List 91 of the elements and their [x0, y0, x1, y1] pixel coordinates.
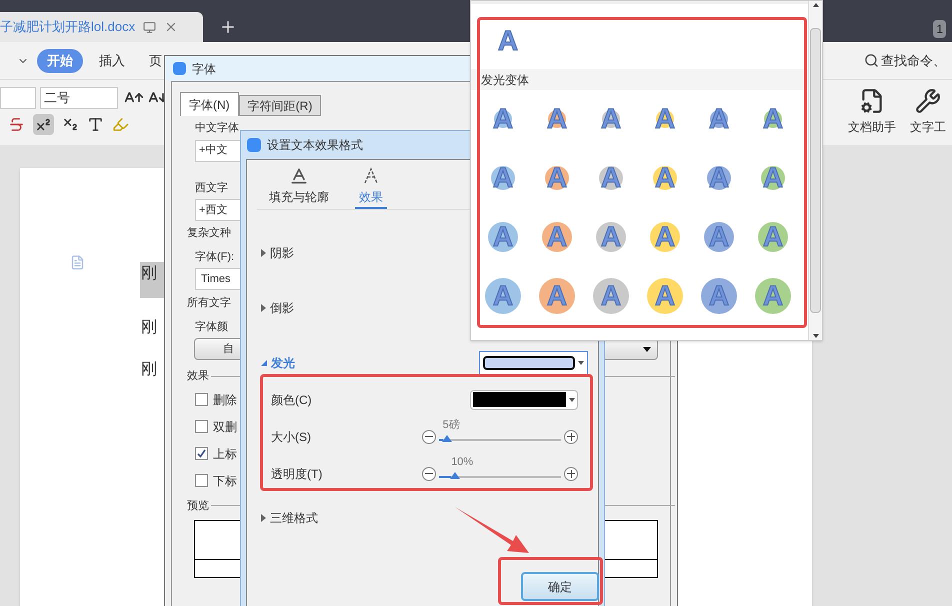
gallery-header: 发光变体 [471, 69, 808, 90]
ok-button[interactable]: 确定 [521, 572, 599, 601]
plus-button[interactable] [564, 430, 578, 444]
checkbox-label: 双删 [213, 418, 237, 436]
group-heading: 效果 [187, 369, 209, 384]
menu-tab[interactable]: 页 [141, 48, 170, 72]
font-name-field[interactable] [0, 87, 36, 109]
glow-option[interactable]: A [762, 223, 784, 251]
wrench-icon [915, 88, 941, 114]
group-heading: 所有文字 [187, 296, 231, 311]
glow-option[interactable]: A [546, 223, 568, 251]
glow-option[interactable]: A [492, 282, 514, 310]
dialog-tab[interactable]: 字体(N) [180, 92, 239, 116]
document-text: 刚 [140, 318, 158, 338]
superscript-icon[interactable] [33, 114, 54, 135]
dialog-title: 字体 [192, 60, 216, 78]
effects-tab[interactable]: 填充与轮廓 [267, 166, 331, 209]
field-label: 西文字 [195, 180, 228, 196]
search-field[interactable]: 查找命令、 [881, 51, 946, 70]
glow-option[interactable]: A [600, 282, 622, 310]
glow-option[interactable]: A [762, 164, 784, 192]
document-tab[interactable]: 子减肥计划开路lol.docx [0, 12, 203, 42]
glow-option[interactable]: A [492, 223, 514, 251]
menu-tab[interactable]: 开始 [37, 48, 83, 72]
checkbox-label: 删除 [213, 392, 237, 408]
checkbox[interactable] [195, 393, 208, 406]
subscript-icon[interactable] [62, 116, 79, 133]
underlined-letter-icon [289, 166, 309, 186]
glow-option[interactable]: A [600, 223, 622, 251]
section-header[interactable]: 三维格式 [261, 509, 318, 527]
tool-button[interactable]: 文档助手 [848, 88, 896, 136]
glow-option[interactable]: A [762, 282, 784, 310]
new-tab-icon[interactable] [219, 18, 237, 36]
minus-button[interactable] [422, 466, 436, 480]
glow-option[interactable]: A [654, 282, 676, 310]
checkbox[interactable] [195, 447, 208, 460]
effects-tab[interactable]: 效果 [355, 166, 387, 209]
glow-option[interactable]: A [492, 164, 514, 192]
document-text: 刚 [140, 262, 166, 298]
strikethrough-icon[interactable] [8, 116, 25, 133]
monitor-icon[interactable] [143, 20, 156, 34]
glow-option[interactable]: A [654, 223, 676, 251]
color-picker[interactable] [470, 390, 578, 410]
slider-reading: 10% [451, 456, 474, 468]
glow-option[interactable]: A [600, 164, 622, 192]
tool-button[interactable]: 文字工 [910, 88, 946, 136]
scrollbar[interactable] [808, 1, 822, 340]
document-gear-icon [859, 88, 885, 114]
font-size-field[interactable]: 二号 [40, 87, 118, 109]
slider-thumb[interactable] [450, 472, 460, 478]
notification-badge: 1 [933, 20, 946, 38]
glow-option[interactable]: A [708, 282, 730, 310]
slider-reading: 5磅 [442, 418, 460, 432]
glow-preset-dropdown[interactable] [479, 351, 588, 375]
group-heading: 预览 [187, 498, 209, 514]
plus-button[interactable] [564, 466, 578, 480]
text-effect-icon[interactable] [87, 116, 104, 133]
checkbox-label: 下标 [213, 472, 237, 490]
property-label: 透明度(T) [271, 466, 322, 482]
caret-icon [569, 398, 575, 402]
glow-option[interactable]: A [708, 164, 730, 192]
section-header[interactable]: 发光 [261, 354, 295, 372]
glow-option[interactable]: A [600, 105, 622, 133]
app-logo-icon [173, 62, 186, 75]
field-label: 字体颜 [195, 320, 228, 334]
slider-thumb[interactable] [442, 434, 452, 442]
section-header[interactable]: 倒影 [261, 299, 294, 317]
menu-tab[interactable]: 插入 [91, 48, 133, 72]
group-heading: 复杂文种 [187, 226, 231, 241]
checkbox[interactable] [195, 420, 208, 433]
dialog-title: 设置文本效果格式 [267, 137, 363, 154]
glow-option[interactable]: A [708, 223, 730, 251]
document-title: 子减肥计划开路lol.docx [0, 18, 136, 36]
document-text: 刚 [140, 360, 158, 380]
search-icon[interactable] [864, 53, 879, 68]
minus-button[interactable] [422, 430, 436, 444]
glow-option[interactable]: A [654, 164, 676, 192]
property-label: 颜色(C) [271, 392, 312, 408]
glow-option[interactable]: A [546, 282, 568, 310]
caret-icon [643, 346, 651, 352]
dialog-tab[interactable]: 字符间距(R) [238, 95, 322, 116]
field-label: 中文字体 [195, 120, 239, 136]
app-logo-icon [247, 138, 261, 152]
glow-option[interactable]: A [546, 164, 568, 192]
no-glow-option[interactable]: A [498, 27, 518, 55]
section-header[interactable]: 阴影 [261, 244, 294, 262]
field-label: 字体(F): [195, 250, 234, 264]
caret-icon [578, 361, 584, 365]
checkbox-label: 上标 [213, 446, 237, 462]
checkbox[interactable] [195, 474, 208, 487]
property-label: 大小(S) [271, 428, 311, 446]
